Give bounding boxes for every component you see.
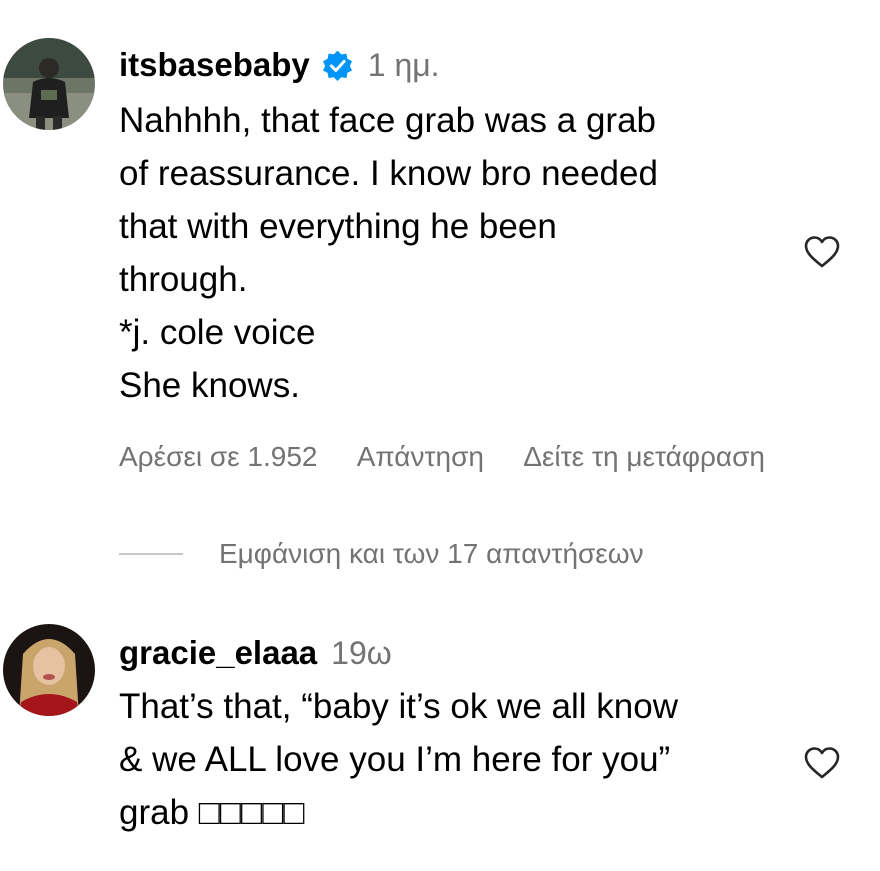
comment-text: Nahhhh, that face grab was a grab of rea… [119,94,658,412]
verified-badge-icon [321,49,354,82]
view-replies-button[interactable]: Εμφάνιση και των 17 απαντήσεων [119,538,644,570]
avatar[interactable] [3,38,95,130]
comment-line: Nahhhh, that face grab was a grab [119,101,657,140]
replies-divider [119,553,183,555]
comment-line: through. [119,260,248,299]
comment-time: 19ω [331,634,392,671]
comment-time: 1 ημ. [367,46,440,83]
comment-line: That’s that, “baby it’s ok we all know [119,687,678,726]
likes-count-link[interactable]: Αρέσει σε 1.952 [119,441,317,472]
comment-actions: Αρέσει σε 1.952 Απάντηση Δείτε τη μετάφρ… [119,441,798,473]
comments-panel: itsbasebaby 1 ημ. Nahhhh, that face grab… [0,0,880,871]
comment-line: that with everything he been [119,207,557,246]
comment-line: of reassurance. I know bro needed [119,154,658,193]
comment-line: & we ALL love you I’m here for you” [119,740,671,779]
comment-line: *j. cole voice [119,313,316,352]
heart-outline-icon[interactable] [802,232,842,272]
username[interactable]: gracie_elaaa [119,634,317,672]
see-translation-button[interactable]: Δείτε τη μετάφραση [523,441,765,472]
comment-line: grab □□□□□ [119,793,305,832]
comment-text: That’s that, “baby it’s ok we all know &… [119,680,678,839]
heart-outline-icon[interactable] [802,743,842,783]
username[interactable]: itsbasebaby [119,46,310,84]
comment-line: She knows. [119,366,300,405]
reply-button[interactable]: Απάντηση [357,441,484,472]
view-replies-label: Εμφάνιση και των 17 απαντήσεων [219,538,644,569]
avatar[interactable] [3,624,95,716]
